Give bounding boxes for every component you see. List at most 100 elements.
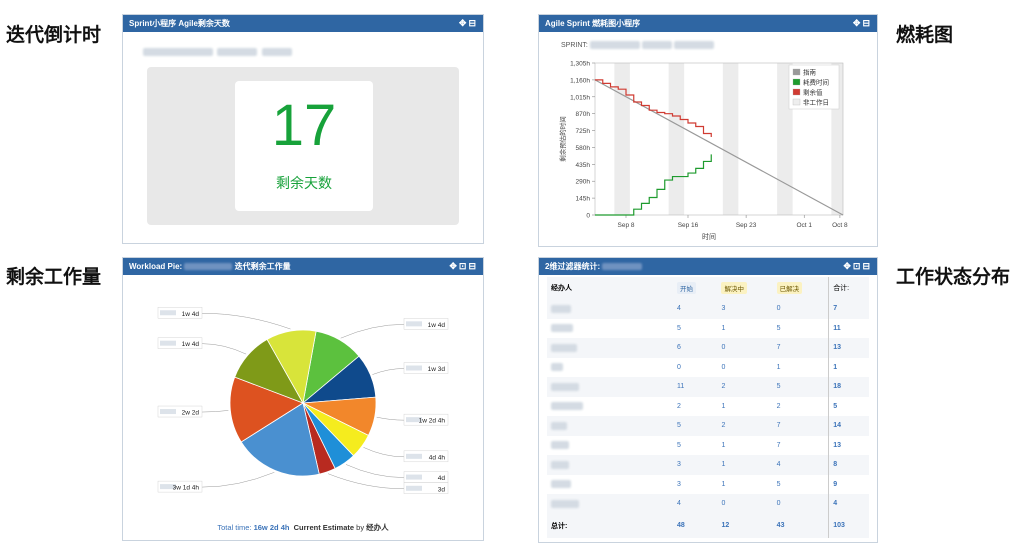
burndown-title: Agile Sprint 燃耗图小程序 [545, 19, 641, 28]
countdown-sprint-name [143, 43, 292, 61]
sprint-line: SPRINT: [561, 41, 714, 49]
x-tick-label: Sep 16 [678, 222, 699, 229]
total-resolved[interactable]: 43 [772, 513, 829, 538]
cell-total[interactable]: 11 [828, 318, 869, 338]
cell-resolved[interactable]: 7 [772, 416, 829, 436]
pie-label-blur [160, 340, 176, 346]
y-tick-label: 870h [576, 111, 591, 118]
cell-progress[interactable]: 1 [717, 436, 772, 456]
pie-leader-line [372, 368, 405, 375]
cell-open[interactable]: 5 [673, 436, 717, 456]
table-row: 5 1 5 11 [547, 318, 869, 339]
cell-total[interactable]: 7 [828, 299, 869, 319]
cell-progress[interactable]: 0 [717, 494, 773, 514]
assignee-cell [547, 475, 673, 495]
cell-total[interactable]: 14 [828, 416, 869, 436]
pie-label: 1w 4d [182, 311, 200, 318]
pie-label: 1w 2d 4h [419, 418, 446, 425]
assignee-cell [547, 397, 673, 417]
col-assignee: 经办人 [547, 277, 673, 299]
cell-total[interactable]: 18 [828, 377, 869, 397]
cell-progress[interactable]: 1 [717, 455, 773, 475]
countdown-card-bg: 17 剩余天数 [147, 67, 459, 225]
workload-panel: Workload Pie: 迭代剩余工作量 ✥⊡⊟ 1w 4d 1w 3d 1w 2… [122, 257, 484, 541]
cell-open[interactable]: 3 [673, 475, 717, 495]
legend-label: 耗费时间 [803, 78, 829, 87]
cell-resolved[interactable]: 5 [773, 319, 829, 339]
panel-controls[interactable]: ✥⊡⊟ [843, 258, 872, 275]
pie-label: 1w 3d [428, 366, 446, 373]
legend-label: 剩余值 [803, 88, 823, 97]
cell-open[interactable]: 4 [673, 494, 718, 514]
cell-total[interactable]: 13 [828, 435, 869, 455]
label-status: 工作状态分布 [896, 266, 1011, 288]
pie-leader-line [363, 447, 405, 458]
burndown-header: Agile Sprint 燃耗图小程序 ✥⊟ [539, 15, 877, 32]
countdown-header: Sprint小程序 Agile剩余天数 ✥⊟ [123, 15, 483, 32]
cell-open[interactable]: 2 [673, 397, 717, 417]
cell-open[interactable]: 6 [673, 338, 718, 358]
col-open[interactable]: 开始 [677, 282, 696, 294]
cell-resolved[interactable]: 7 [772, 338, 829, 358]
totals-row: 总计: 48 12 43 103 [547, 513, 869, 538]
panel-controls[interactable]: ✥⊡⊟ [449, 258, 478, 275]
pie-leader-line [376, 416, 405, 421]
table-row: 5 1 7 13 [547, 435, 869, 456]
x-tick-label: Sep 23 [736, 222, 757, 229]
assignee-cell [547, 358, 673, 378]
cell-resolved[interactable]: 5 [773, 475, 829, 495]
status-header: 2维过滤器统计: ✥⊡⊟ [539, 258, 877, 275]
table-row: 6 0 7 13 [547, 338, 869, 358]
total-open[interactable]: 48 [673, 513, 718, 538]
col-progress[interactable]: 解决中 [721, 282, 747, 294]
countdown-title: Sprint小程序 Agile剩余天数 [129, 19, 230, 28]
cell-open[interactable]: 4 [673, 299, 718, 319]
non-working-band [722, 63, 739, 215]
cell-total[interactable]: 8 [828, 455, 869, 475]
cell-total[interactable]: 5 [828, 396, 869, 416]
footer-prefix: Total time: [217, 523, 252, 532]
cell-open[interactable]: 11 [673, 377, 718, 397]
cell-resolved[interactable]: 4 [772, 455, 829, 475]
series-line-耗费时间 [595, 154, 712, 216]
status-table: 经办人 开始 解决中 已解决 合计: 4 3 0 7 5 1 5 11 6 0 7 13 0 0 1 1 11 2… [547, 277, 869, 538]
cell-resolved[interactable]: 5 [772, 377, 829, 397]
cell-progress[interactable]: 3 [717, 299, 773, 319]
col-resolved[interactable]: 已解决 [776, 282, 803, 294]
cell-open[interactable]: 3 [673, 455, 718, 475]
total-progress[interactable]: 12 [717, 513, 773, 538]
pie-leader-line [201, 472, 275, 488]
cell-total[interactable]: 9 [828, 474, 869, 494]
col-progress-cell: 解决中 [717, 277, 773, 299]
cell-resolved[interactable]: 7 [773, 436, 829, 456]
pie-label-blur [160, 409, 176, 415]
cell-total[interactable]: 13 [828, 338, 869, 358]
y-tick-label: 580h [576, 145, 591, 152]
panel-controls[interactable]: ✥⊟ [459, 15, 478, 32]
panel-controls[interactable]: ✥⊟ [853, 15, 872, 32]
cell-open[interactable]: 5 [673, 416, 718, 436]
cell-progress[interactable]: 1 [717, 475, 772, 495]
cell-resolved[interactable]: 1 [773, 358, 829, 378]
cell-resolved[interactable]: 0 [772, 299, 829, 319]
cell-resolved[interactable]: 0 [772, 494, 829, 514]
pie-label: 4d [438, 475, 446, 482]
col-total: 合计: [828, 277, 869, 299]
cell-progress[interactable]: 1 [717, 319, 772, 339]
total-all[interactable]: 103 [828, 513, 869, 538]
cell-open[interactable]: 0 [673, 358, 717, 378]
cell-total[interactable]: 4 [828, 494, 869, 514]
cell-progress[interactable]: 1 [717, 397, 772, 417]
footer-field: 经办人 [366, 523, 389, 532]
cell-total[interactable]: 1 [828, 357, 869, 377]
cell-progress[interactable]: 2 [717, 416, 773, 436]
legend-label: 指南 [803, 68, 817, 77]
label-burndown: 燃耗图 [896, 24, 954, 46]
assignee-cell [547, 299, 673, 319]
cell-progress[interactable]: 2 [717, 377, 773, 397]
cell-resolved[interactable]: 2 [773, 397, 829, 417]
x-tick-label: Sep 8 [618, 222, 635, 229]
cell-progress[interactable]: 0 [717, 358, 772, 378]
cell-open[interactable]: 5 [673, 319, 717, 339]
cell-progress[interactable]: 0 [717, 338, 773, 358]
